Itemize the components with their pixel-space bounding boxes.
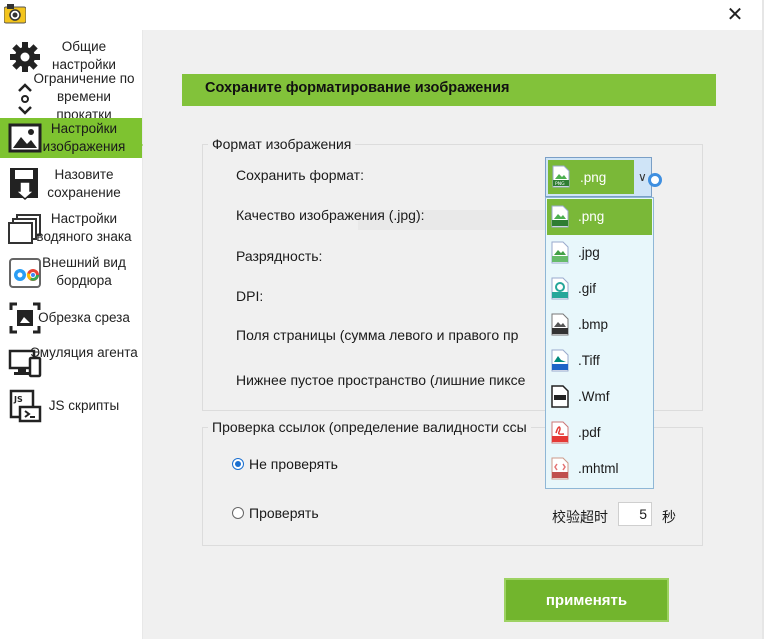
camera-app-icon <box>3 4 27 24</box>
sidebar-item-js-scripts[interactable]: JS JS скрипты <box>0 386 142 426</box>
sidebar-item-save-name[interactable]: Назовите сохранение <box>0 162 142 204</box>
png-file-icon: PNG <box>552 165 570 191</box>
pdf-file-icon <box>551 421 569 444</box>
sidebar: Общие настройки Ограничение по времени п… <box>0 30 143 639</box>
format-option-label: .gif <box>578 281 597 296</box>
radio-no-check[interactable] <box>232 458 244 470</box>
timeout-unit: 秒 <box>662 509 676 525</box>
sidebar-item-label: Назовите сохранение <box>47 167 121 200</box>
sidebar-item-label: Ограничение по времени прокатки <box>33 71 135 122</box>
check-label[interactable]: Проверять <box>249 505 319 521</box>
no-check-label[interactable]: Не проверять <box>249 456 338 472</box>
quality-label: Качество изображения (.jpg): <box>236 207 425 223</box>
radio-check[interactable] <box>232 507 244 519</box>
format-option-gif[interactable]: .gif <box>547 271 652 307</box>
format-option-pdf[interactable]: .pdf <box>547 415 652 451</box>
timeout-label: 校验超时 <box>552 509 608 525</box>
format-option-label: .pdf <box>578 425 601 440</box>
sidebar-item-agent-emulation[interactable]: Эмуляция агента <box>0 342 142 384</box>
page-margins-label: Поля страницы (сумма левого и правого пр <box>236 327 519 343</box>
format-option-label: .bmp <box>578 317 609 332</box>
selected-format-text: .png <box>580 170 607 185</box>
sidebar-item-crop[interactable]: Обрезка среза <box>0 298 142 338</box>
page-title: Сохраните форматирование изображения <box>205 80 510 96</box>
format-option-label: .jpg <box>578 245 600 260</box>
apply-button[interactable]: применять <box>504 578 669 622</box>
format-option-png[interactable]: .png <box>547 199 652 235</box>
svg-text:JS: JS <box>13 395 23 404</box>
format-option-bmp[interactable]: .bmp <box>547 307 652 343</box>
bmp-file-icon <box>551 313 569 336</box>
save-format-label: Сохранить формат: <box>236 167 364 183</box>
tiff-file-icon <box>551 349 569 372</box>
format-option-label: .Tiff <box>578 353 600 368</box>
format-option-mhtml[interactable]: .mhtml <box>547 451 652 487</box>
mhtml-file-icon <box>551 457 569 480</box>
format-option-label: .png <box>578 209 605 224</box>
format-option-label: .mhtml <box>578 461 619 476</box>
save-format-select[interactable]: PNG .png ∨ <box>545 157 652 197</box>
format-dropdown-list: .png .jpg .gif .bmp .Tiff .Wmf .pdf .mht… <box>545 197 654 489</box>
active-item-indicator <box>136 138 143 152</box>
sidebar-item-label: Общие настройки <box>52 39 116 72</box>
sidebar-item-label: Внешний вид бордюра <box>42 255 126 288</box>
close-icon: ✕ <box>726 3 744 26</box>
link-check-legend: Проверка ссылок (определение валидности … <box>208 419 531 435</box>
wmf-file-icon <box>551 385 569 408</box>
sidebar-item-label: Обрезка среза <box>38 310 130 325</box>
dpi-label: DPI: <box>236 288 264 304</box>
chevron-down-icon: ∨ <box>638 170 647 184</box>
sidebar-item-watermark[interactable]: Настройки водяного знака <box>0 208 142 250</box>
selected-option: PNG .png <box>548 160 634 194</box>
bit-depth-label: Разрядность: <box>236 248 323 264</box>
gif-file-icon <box>551 277 569 300</box>
sidebar-item-label: Настройки водяного знака <box>36 211 132 244</box>
image-format-legend: Формат изображения <box>208 136 356 152</box>
png-file-icon <box>551 205 569 228</box>
sidebar-item-label: Настройки изображения <box>42 121 126 154</box>
close-button[interactable]: ✕ <box>720 0 750 28</box>
jpg-file-icon <box>551 241 569 264</box>
sidebar-item-scroll-limit[interactable]: Ограничение по времени прокатки <box>0 71 142 122</box>
busy-cursor-icon <box>648 173 662 187</box>
sidebar-item-border-appearance[interactable]: Внешний вид бордюра <box>0 252 142 294</box>
bottom-space-label: Нижнее пустое пространство (лишние пиксе <box>236 372 526 388</box>
title-bar <box>0 0 764 30</box>
format-option-wmf[interactable]: .Wmf <box>547 379 652 415</box>
sidebar-item-label: Эмуляция агента <box>30 345 138 360</box>
sidebar-item-image-settings[interactable]: Настройки изображения <box>0 118 142 158</box>
sidebar-item-label: JS скрипты <box>48 398 120 413</box>
timeout-input[interactable]: 5 <box>618 502 652 526</box>
svg-text:PNG: PNG <box>555 181 565 187</box>
format-option-jpg[interactable]: .jpg <box>547 235 652 271</box>
format-option-tiff[interactable]: .Tiff <box>547 343 652 379</box>
format-option-label: .Wmf <box>578 389 610 404</box>
